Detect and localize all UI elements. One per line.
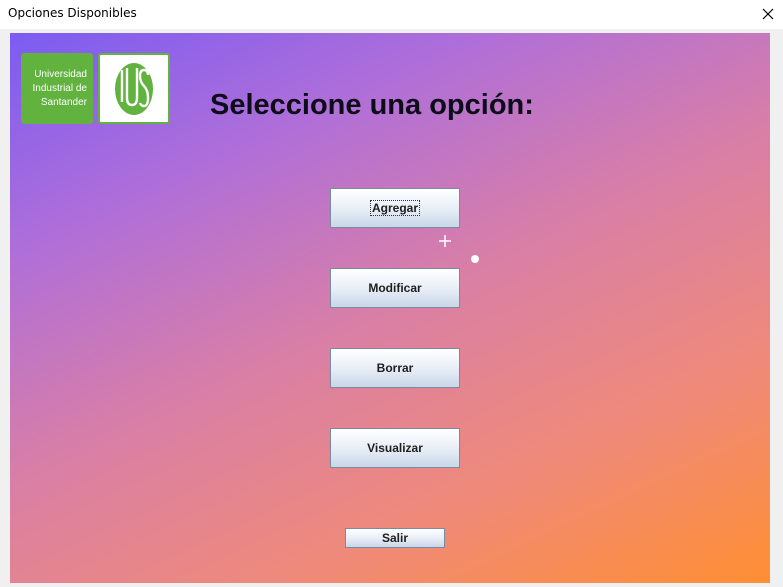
modificar-button[interactable]: Modificar: [330, 268, 460, 308]
logo-line-1: Universidad: [34, 68, 87, 80]
salir-button[interactable]: Salir: [345, 528, 445, 548]
main-panel: Universidad Industrial de Santander Sele…: [10, 33, 770, 583]
agregar-button-label: Agregar: [369, 200, 421, 216]
logo-line-3: Santander: [40, 96, 87, 108]
borrar-button[interactable]: Borrar: [330, 348, 460, 388]
visualizar-button-label: Visualizar: [367, 441, 423, 455]
university-logo-text: Universidad Industrial de Santander: [21, 53, 93, 124]
page-title: Seleccione una opción:: [210, 89, 534, 121]
visualizar-button[interactable]: Visualizar: [330, 428, 460, 468]
crosshair-cursor-icon: [439, 235, 451, 247]
close-button[interactable]: [753, 0, 783, 28]
salir-button-label: Salir: [381, 531, 408, 545]
logo-line-2: Industrial de: [32, 82, 87, 94]
university-logo-symbol: [98, 53, 170, 124]
title-bar: Opciones Disponibles: [0, 0, 783, 29]
agregar-button[interactable]: Agregar: [330, 188, 460, 228]
close-icon: [762, 8, 774, 20]
window-title: Opciones Disponibles: [8, 6, 137, 20]
white-dot: [471, 255, 479, 263]
borrar-button-label: Borrar: [376, 361, 414, 375]
uis-symbol-icon: [115, 62, 153, 115]
modificar-button-label: Modificar: [368, 281, 422, 295]
